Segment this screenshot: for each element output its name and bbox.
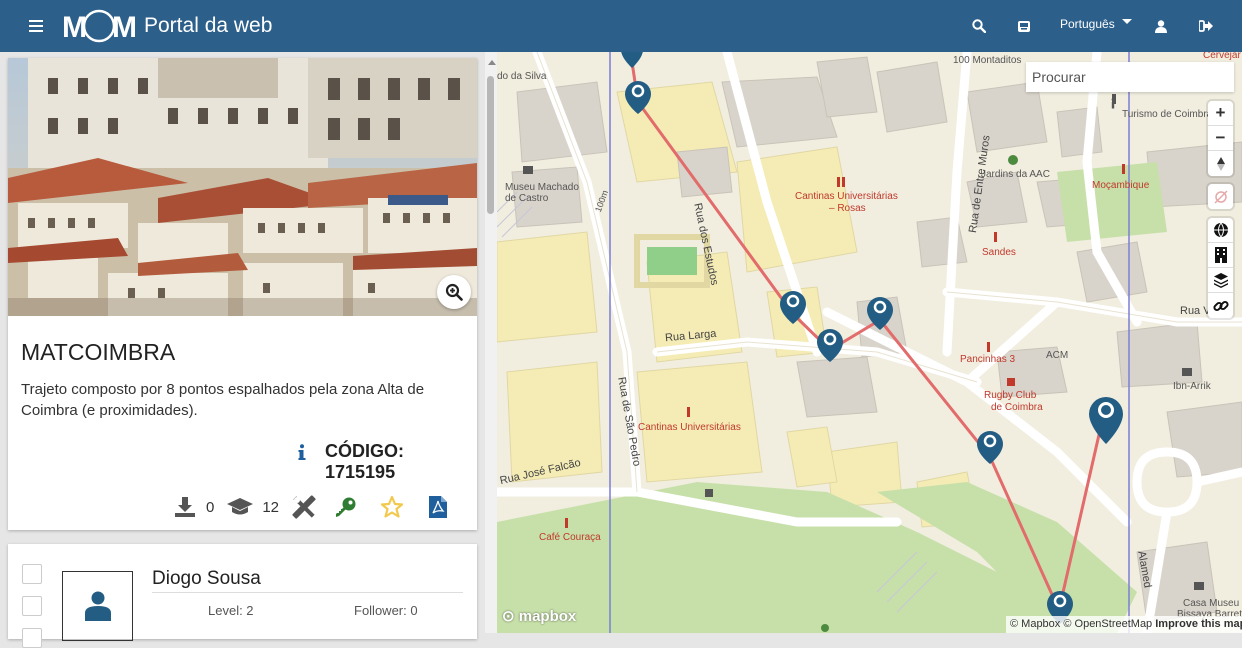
scroll-up-arrow[interactable] [488, 60, 496, 65]
map-label: Cantinas Universitárias [795, 191, 898, 202]
map-label: Jardins da AAC [981, 169, 1050, 180]
layers-button[interactable] [1208, 268, 1233, 293]
star-icon[interactable] [379, 494, 405, 520]
map-zoom-controls: + − [1208, 101, 1233, 176]
map-label: Cantinas Universitárias [638, 422, 741, 433]
compass-button[interactable] [1208, 151, 1233, 176]
map-label: Moçambique [1092, 180, 1150, 191]
map-label: de Coimbra [991, 402, 1043, 413]
map-label: 100 Montaditos [953, 55, 1022, 66]
map-label: Sandes [982, 247, 1016, 258]
top-navbar: M M Portal da web Português [0, 0, 1242, 52]
link-button[interactable] [1208, 293, 1233, 318]
avatar[interactable] [62, 571, 133, 641]
zoom-in-icon [445, 283, 463, 301]
svg-text:M: M [112, 11, 136, 44]
author-card: Diogo Sousa Level: 2 Follower: 0 [8, 544, 477, 648]
zoom-photo-button[interactable] [437, 275, 471, 309]
graduation-cap-icon[interactable] [226, 494, 254, 520]
checkbox[interactable] [22, 596, 42, 616]
chevron-down-icon[interactable] [1122, 19, 1132, 24]
logout-icon[interactable] [1194, 14, 1218, 38]
map-layer-controls [1208, 218, 1233, 318]
download-icon[interactable] [172, 494, 198, 520]
map-canvas[interactable] [497, 52, 1242, 633]
author-name[interactable]: Diogo Sousa [152, 568, 261, 590]
map-label: Turismo de Coimbra [1122, 109, 1213, 120]
tools-icon[interactable] [291, 494, 317, 520]
app-title: Portal da web [144, 14, 273, 37]
map-label: Rua V [1180, 305, 1211, 317]
map-label: Pancinhas 3 [960, 354, 1016, 365]
search-icon[interactable] [967, 14, 991, 38]
language-selector[interactable]: Português [1060, 17, 1115, 31]
layers-icon [1213, 273, 1228, 288]
task-code: CÓDIGO: 1715195 [325, 441, 404, 482]
menu-icon[interactable] [26, 16, 46, 36]
task-actions: 0 12 [172, 493, 451, 521]
map-geolocate-control [1208, 184, 1233, 209]
checkbox[interactable] [22, 564, 42, 584]
map-label: Rugby Club [984, 390, 1037, 401]
task-title: MATCOIMBRA [21, 339, 176, 365]
task-card: MATCOIMBRA Trajeto composto por 8 pontos… [8, 58, 477, 530]
map-search-input[interactable] [1026, 62, 1234, 92]
zoom-out-button[interactable]: − [1208, 126, 1233, 151]
divider [152, 592, 463, 593]
map-view[interactable]: 100 Montaditos Cervejar Turismo de Coimb… [497, 52, 1242, 633]
scrollbar-thumb[interactable] [487, 76, 494, 214]
author-level: Level: 2 [208, 603, 254, 618]
app-logo[interactable]: M M Portal da web [62, 6, 272, 46]
mapbox-logo-icon: ⊙ [502, 608, 515, 625]
key-icon[interactable] [333, 494, 359, 520]
user-icon[interactable] [1149, 14, 1173, 38]
task-photo [8, 58, 477, 316]
building-icon [1214, 247, 1227, 263]
inbox-icon[interactable] [1012, 14, 1036, 38]
globe-icon [1213, 222, 1228, 238]
geolocate-button[interactable] [1208, 184, 1233, 209]
attribution-mapbox[interactable]: © Mapbox [1010, 618, 1060, 630]
compass-icon [1216, 156, 1225, 171]
globe-button[interactable] [1208, 218, 1233, 243]
map-label: Cervejar [1203, 52, 1241, 61]
improve-map-link[interactable]: Improve this map [1155, 618, 1242, 630]
mapbox-logo-text: mapbox [518, 608, 577, 625]
map-label: de Castro [505, 193, 549, 204]
attribution-osm[interactable]: © OpenStreetMap [1063, 618, 1152, 630]
map-label: – Rosas [829, 203, 866, 214]
location-disabled-icon [1213, 189, 1228, 204]
map-label: ACM [1046, 350, 1069, 361]
map-label: Casa Museu [1183, 598, 1240, 609]
mapbox-logo[interactable]: ⊙ mapbox [502, 607, 576, 625]
task-description: Trajeto composto por 8 pontos espalhados… [21, 381, 425, 419]
map-label: do da Silva [497, 71, 547, 82]
map-label: Ibn-Arrik [1173, 381, 1211, 392]
downloads-count: 0 [206, 498, 215, 516]
info-icon[interactable] [294, 441, 310, 463]
user-avatar-icon [84, 591, 111, 621]
map-label: Museu Machado [505, 182, 579, 193]
info-icon [1110, 96, 1118, 109]
compass-logo-icon: M M [62, 9, 136, 44]
author-followers: Follower: 0 [354, 603, 418, 618]
zoom-in-button[interactable]: + [1208, 101, 1233, 126]
pdf-icon[interactable] [425, 494, 451, 520]
map-attribution: © Mapbox © OpenStreetMap Improve this ma… [1006, 616, 1242, 633]
link-icon [1212, 300, 1229, 311]
checkbox[interactable] [22, 628, 42, 648]
grade-count: 12 [262, 498, 280, 516]
building-button[interactable] [1208, 243, 1233, 268]
map-label: Café Couraça [539, 532, 601, 543]
